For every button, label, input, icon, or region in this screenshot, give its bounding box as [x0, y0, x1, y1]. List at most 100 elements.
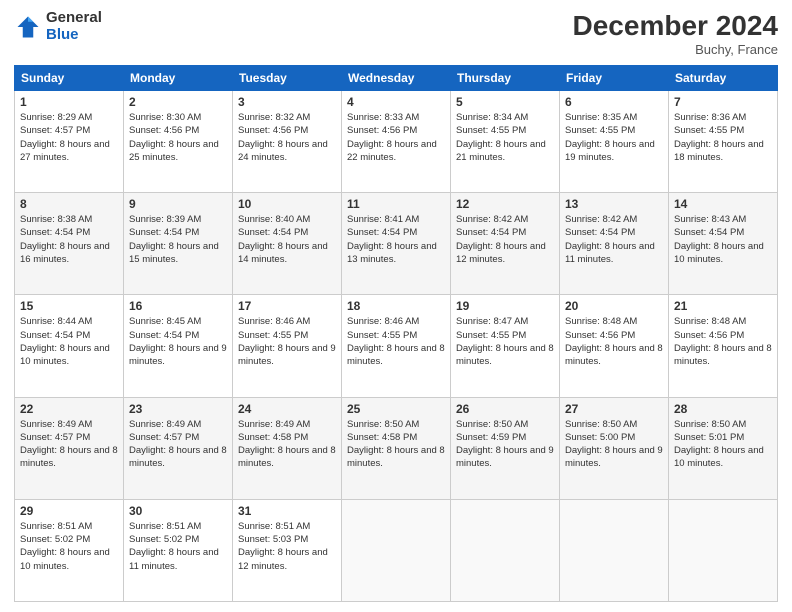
- calendar-cell: 17 Sunrise: 8:46 AMSunset: 4:55 PMDaylig…: [233, 295, 342, 397]
- day-info: Sunrise: 8:40 AMSunset: 4:54 PMDaylight:…: [238, 213, 336, 266]
- day-info: Sunrise: 8:41 AMSunset: 4:54 PMDaylight:…: [347, 213, 445, 266]
- day-info: Sunrise: 8:42 AMSunset: 4:54 PMDaylight:…: [456, 213, 554, 266]
- calendar-cell: 6 Sunrise: 8:35 AMSunset: 4:55 PMDayligh…: [560, 91, 669, 193]
- day-number: 20: [565, 299, 663, 313]
- calendar-cell: 13 Sunrise: 8:42 AMSunset: 4:54 PMDaylig…: [560, 193, 669, 295]
- calendar-cell: 5 Sunrise: 8:34 AMSunset: 4:55 PMDayligh…: [451, 91, 560, 193]
- day-number: 26: [456, 402, 554, 416]
- day-number: 9: [129, 197, 227, 211]
- day-number: 3: [238, 95, 336, 109]
- day-info: Sunrise: 8:49 AMSunset: 4:57 PMDaylight:…: [129, 418, 227, 471]
- day-info: Sunrise: 8:38 AMSunset: 4:54 PMDaylight:…: [20, 213, 118, 266]
- weekday-tuesday: Tuesday: [233, 66, 342, 91]
- day-number: 30: [129, 504, 227, 518]
- day-number: 29: [20, 504, 118, 518]
- day-number: 6: [565, 95, 663, 109]
- day-number: 19: [456, 299, 554, 313]
- day-info: Sunrise: 8:51 AMSunset: 5:02 PMDaylight:…: [20, 520, 118, 573]
- calendar-cell: 11 Sunrise: 8:41 AMSunset: 4:54 PMDaylig…: [342, 193, 451, 295]
- calendar-cell: 19 Sunrise: 8:47 AMSunset: 4:55 PMDaylig…: [451, 295, 560, 397]
- calendar-cell: 10 Sunrise: 8:40 AMSunset: 4:54 PMDaylig…: [233, 193, 342, 295]
- calendar-cell: 18 Sunrise: 8:46 AMSunset: 4:55 PMDaylig…: [342, 295, 451, 397]
- calendar-cell: 14 Sunrise: 8:43 AMSunset: 4:54 PMDaylig…: [669, 193, 778, 295]
- calendar-cell: 12 Sunrise: 8:42 AMSunset: 4:54 PMDaylig…: [451, 193, 560, 295]
- calendar-week-row: 8 Sunrise: 8:38 AMSunset: 4:54 PMDayligh…: [15, 193, 778, 295]
- calendar-cell: 21 Sunrise: 8:48 AMSunset: 4:56 PMDaylig…: [669, 295, 778, 397]
- calendar-cell: [669, 499, 778, 601]
- calendar-cell: 31 Sunrise: 8:51 AMSunset: 5:03 PMDaylig…: [233, 499, 342, 601]
- logo-icon: [14, 13, 42, 41]
- header: General Blue December 2024 Buchy, France: [14, 10, 778, 57]
- day-info: Sunrise: 8:50 AMSunset: 5:01 PMDaylight:…: [674, 418, 772, 471]
- calendar-body: 1 Sunrise: 8:29 AMSunset: 4:57 PMDayligh…: [15, 91, 778, 602]
- calendar-cell: 4 Sunrise: 8:33 AMSunset: 4:56 PMDayligh…: [342, 91, 451, 193]
- day-info: Sunrise: 8:46 AMSunset: 4:55 PMDaylight:…: [238, 315, 336, 368]
- day-info: Sunrise: 8:35 AMSunset: 4:55 PMDaylight:…: [565, 111, 663, 164]
- day-number: 25: [347, 402, 445, 416]
- day-number: 8: [20, 197, 118, 211]
- day-number: 2: [129, 95, 227, 109]
- calendar-cell: 7 Sunrise: 8:36 AMSunset: 4:55 PMDayligh…: [669, 91, 778, 193]
- day-number: 24: [238, 402, 336, 416]
- weekday-friday: Friday: [560, 66, 669, 91]
- calendar-cell: 15 Sunrise: 8:44 AMSunset: 4:54 PMDaylig…: [15, 295, 124, 397]
- calendar-cell: 16 Sunrise: 8:45 AMSunset: 4:54 PMDaylig…: [124, 295, 233, 397]
- day-number: 1: [20, 95, 118, 109]
- calendar-cell: 9 Sunrise: 8:39 AMSunset: 4:54 PMDayligh…: [124, 193, 233, 295]
- day-info: Sunrise: 8:49 AMSunset: 4:57 PMDaylight:…: [20, 418, 118, 471]
- day-number: 21: [674, 299, 772, 313]
- calendar-cell: 22 Sunrise: 8:49 AMSunset: 4:57 PMDaylig…: [15, 397, 124, 499]
- calendar-cell: [342, 499, 451, 601]
- day-number: 10: [238, 197, 336, 211]
- calendar-cell: 2 Sunrise: 8:30 AMSunset: 4:56 PMDayligh…: [124, 91, 233, 193]
- title-block: December 2024 Buchy, France: [573, 10, 778, 57]
- day-info: Sunrise: 8:45 AMSunset: 4:54 PMDaylight:…: [129, 315, 227, 368]
- day-number: 15: [20, 299, 118, 313]
- day-info: Sunrise: 8:30 AMSunset: 4:56 PMDaylight:…: [129, 111, 227, 164]
- day-info: Sunrise: 8:36 AMSunset: 4:55 PMDaylight:…: [674, 111, 772, 164]
- day-number: 18: [347, 299, 445, 313]
- calendar-cell: 28 Sunrise: 8:50 AMSunset: 5:01 PMDaylig…: [669, 397, 778, 499]
- calendar-cell: 3 Sunrise: 8:32 AMSunset: 4:56 PMDayligh…: [233, 91, 342, 193]
- calendar-week-row: 22 Sunrise: 8:49 AMSunset: 4:57 PMDaylig…: [15, 397, 778, 499]
- calendar-table: SundayMondayTuesdayWednesdayThursdayFrid…: [14, 65, 778, 602]
- day-info: Sunrise: 8:50 AMSunset: 5:00 PMDaylight:…: [565, 418, 663, 471]
- day-info: Sunrise: 8:43 AMSunset: 4:54 PMDaylight:…: [674, 213, 772, 266]
- day-number: 4: [347, 95, 445, 109]
- day-info: Sunrise: 8:47 AMSunset: 4:55 PMDaylight:…: [456, 315, 554, 368]
- calendar-cell: 23 Sunrise: 8:49 AMSunset: 4:57 PMDaylig…: [124, 397, 233, 499]
- day-info: Sunrise: 8:48 AMSunset: 4:56 PMDaylight:…: [565, 315, 663, 368]
- calendar-cell: 29 Sunrise: 8:51 AMSunset: 5:02 PMDaylig…: [15, 499, 124, 601]
- logo-text: General Blue: [46, 10, 102, 43]
- weekday-monday: Monday: [124, 66, 233, 91]
- day-info: Sunrise: 8:51 AMSunset: 5:02 PMDaylight:…: [129, 520, 227, 573]
- day-info: Sunrise: 8:29 AMSunset: 4:57 PMDaylight:…: [20, 111, 118, 164]
- weekday-thursday: Thursday: [451, 66, 560, 91]
- calendar-cell: 20 Sunrise: 8:48 AMSunset: 4:56 PMDaylig…: [560, 295, 669, 397]
- calendar-week-row: 29 Sunrise: 8:51 AMSunset: 5:02 PMDaylig…: [15, 499, 778, 601]
- day-number: 23: [129, 402, 227, 416]
- day-number: 13: [565, 197, 663, 211]
- day-number: 7: [674, 95, 772, 109]
- calendar-cell: 24 Sunrise: 8:49 AMSunset: 4:58 PMDaylig…: [233, 397, 342, 499]
- day-info: Sunrise: 8:34 AMSunset: 4:55 PMDaylight:…: [456, 111, 554, 164]
- day-number: 12: [456, 197, 554, 211]
- month-title: December 2024: [573, 10, 778, 42]
- calendar-cell: [560, 499, 669, 601]
- calendar-cell: 26 Sunrise: 8:50 AMSunset: 4:59 PMDaylig…: [451, 397, 560, 499]
- weekday-header-row: SundayMondayTuesdayWednesdayThursdayFrid…: [15, 66, 778, 91]
- day-info: Sunrise: 8:44 AMSunset: 4:54 PMDaylight:…: [20, 315, 118, 368]
- calendar-week-row: 1 Sunrise: 8:29 AMSunset: 4:57 PMDayligh…: [15, 91, 778, 193]
- day-number: 14: [674, 197, 772, 211]
- day-number: 22: [20, 402, 118, 416]
- day-info: Sunrise: 8:46 AMSunset: 4:55 PMDaylight:…: [347, 315, 445, 368]
- calendar-page: General Blue December 2024 Buchy, France…: [0, 0, 792, 612]
- calendar-cell: 30 Sunrise: 8:51 AMSunset: 5:02 PMDaylig…: [124, 499, 233, 601]
- day-number: 16: [129, 299, 227, 313]
- day-info: Sunrise: 8:42 AMSunset: 4:54 PMDaylight:…: [565, 213, 663, 266]
- day-info: Sunrise: 8:51 AMSunset: 5:03 PMDaylight:…: [238, 520, 336, 573]
- weekday-saturday: Saturday: [669, 66, 778, 91]
- day-number: 27: [565, 402, 663, 416]
- day-number: 11: [347, 197, 445, 211]
- weekday-wednesday: Wednesday: [342, 66, 451, 91]
